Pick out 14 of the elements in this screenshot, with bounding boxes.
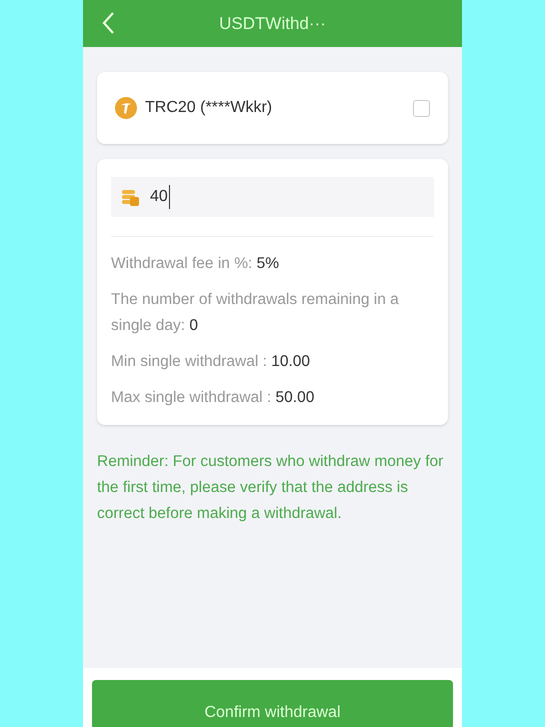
info-line: Max single withdrawal : 50.00: [111, 388, 316, 408]
address-card[interactable]: TRC20 (****Wkkr): [97, 72, 448, 144]
back-icon[interactable]: [101, 11, 117, 35]
info-line: Withdrawal fee in %: 5%: [111, 254, 280, 274]
coin-stack-icon: [121, 188, 140, 206]
amount-field[interactable]: 40: [111, 177, 434, 217]
amount-value: 40: [150, 185, 170, 209]
reminder-text: Reminder: For customers who withdraw money for the first time, please verify that the address is correct before making a withdrawal.: [97, 452, 444, 524]
address-label: TRC20 (****Wkkr): [145, 98, 272, 118]
checkbox[interactable]: [413, 100, 430, 116]
coin-icon: [115, 97, 137, 119]
page-title: USDTWithd···: [219, 12, 326, 35]
info-line: The number of withdrawals remaining in a single day: 0: [111, 290, 400, 336]
info-line: Min single withdrawal : 10.00: [111, 352, 312, 372]
